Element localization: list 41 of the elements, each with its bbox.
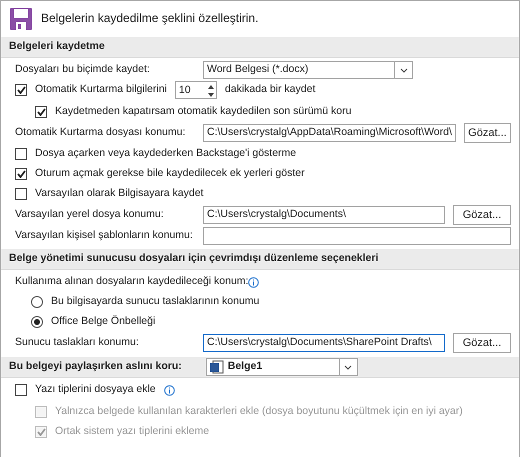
- field-label: Dosyaları bu biçimde kaydet:: [15, 63, 151, 77]
- field-label: Sunucu taslakları konumu:: [15, 336, 140, 350]
- checkbox[interactable]: [15, 84, 27, 96]
- document-icon: [210, 360, 224, 374]
- path-field[interactable]: C:\Users\crystalg\Documents\: [203, 206, 445, 224]
- radio-label: Office Belge Önbelleği: [51, 315, 156, 329]
- radio-button[interactable]: [31, 316, 43, 328]
- checkbox-label: Yalnızca belgede kullanılan karakterleri ekle (dosya boyutunu küçültmek için en iyi ayar): [55, 405, 463, 419]
- checkbox-label: Kaydetmeden kapatırsam otomatik kaydedilen son sürümü koru: [55, 105, 352, 119]
- checkbox[interactable]: [15, 168, 27, 180]
- field-label: Varsayılan kişisel şablonların konumu:: [15, 229, 194, 243]
- checkbox[interactable]: [15, 384, 27, 396]
- header-title: Belgelerin kaydedilme şeklini özelleştirin.: [41, 11, 258, 27]
- radio-label: Bu bilgisayarda sunucu taslaklarının konumu: [51, 295, 260, 309]
- checkbox[interactable]: [35, 106, 47, 118]
- checkbox-label: Dosya açarken veya kaydederken Backstage'i gösterme: [35, 147, 296, 161]
- path-field[interactable]: C:\Users\crystalg\AppData\Roaming\Microsoft\Word\: [203, 124, 456, 142]
- interval-label: dakikada bir kaydet: [224, 83, 316, 97]
- browse-button[interactable]: Gözat...: [464, 123, 511, 143]
- radio-button[interactable]: [31, 296, 43, 308]
- section-title: Bu belgeyi paylaşırken aslını koru:: [9, 360, 182, 374]
- checkbox-label: Otomatik Kurtarma bilgilerini: [35, 83, 167, 97]
- path-field[interactable]: [203, 227, 511, 245]
- checkbox-label: Varsayılan olarak Bilgisayara kaydet: [35, 187, 204, 201]
- field-label: Kullanıma alınan dosyaların kaydedileceği konum:: [15, 275, 248, 289]
- section-header: Belge yönetimi sunucusu dosyaları için çevrimdışı düzenleme seçenekleri: [1, 249, 519, 270]
- checkbox[interactable]: [15, 188, 27, 200]
- section-header: Belgeleri kaydetme: [1, 37, 519, 58]
- field-label: Otomatik Kurtarma dosyası konumu:: [15, 126, 186, 140]
- minutes-spinner[interactable]: 10: [174, 81, 217, 99]
- path-field[interactable]: C:\Users\crystalg\Documents\SharePoint Drafts\: [203, 334, 445, 352]
- checkbox-label: Oturum açmak gerekse bile kaydedilecek ek yerleri göster: [35, 167, 305, 181]
- field-label: Varsayılan yerel dosya konumu:: [15, 208, 165, 222]
- checkbox-label: Ortak sistem yazı tiplerini ekleme: [55, 425, 210, 439]
- checkbox-label: Yazı tiplerini dosyaya ekle: [35, 383, 156, 397]
- browse-button[interactable]: Gözat...: [453, 205, 511, 225]
- save-icon: [9, 7, 33, 31]
- document-dropdown[interactable]: Belge1: [206, 358, 358, 376]
- browse-button[interactable]: Gözat...: [453, 333, 511, 353]
- format-dropdown[interactable]: Word Belgesi (*.docx): [203, 61, 413, 79]
- checkbox[interactable]: [15, 148, 27, 160]
